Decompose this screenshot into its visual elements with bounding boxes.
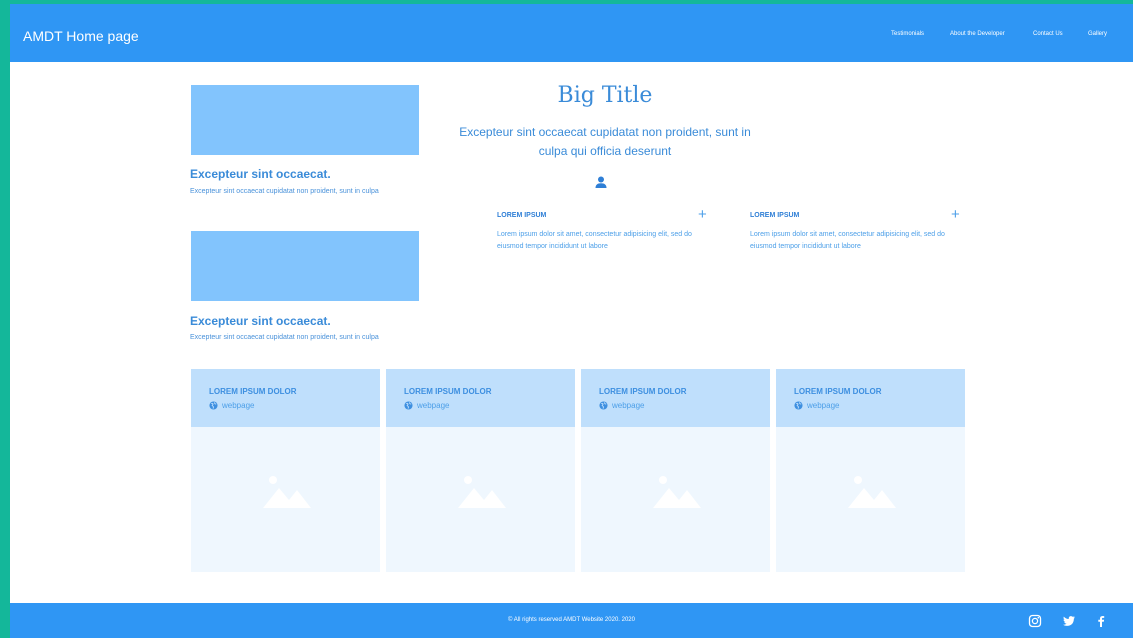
image-placeholder-icon bbox=[263, 476, 311, 508]
globe-icon bbox=[599, 401, 608, 410]
side-card-image bbox=[191, 231, 419, 301]
tile-header: LOREM IPSUM DOLOR webpage bbox=[386, 369, 575, 427]
portfolio-tile[interactable]: LOREM IPSUM DOLOR webpage bbox=[581, 369, 770, 572]
tile-image-area bbox=[776, 427, 965, 572]
globe-icon bbox=[209, 401, 218, 410]
instagram-icon[interactable] bbox=[1028, 614, 1042, 628]
brand-link[interactable]: AMDT Home page bbox=[23, 28, 139, 44]
nav-link-contact[interactable]: Contact Us bbox=[1033, 31, 1063, 37]
copyright-text: © All rights reserved AMDT Website 2020.… bbox=[508, 617, 635, 623]
side-card-text: Excepteur sint occaecat cupidatat non pr… bbox=[190, 188, 379, 195]
image-placeholder-icon bbox=[848, 476, 896, 508]
side-card-image bbox=[191, 85, 419, 155]
page-frame: AMDT Home page Testimonials About the De… bbox=[10, 4, 1133, 638]
tile-image-area bbox=[191, 427, 380, 572]
tile-image-area bbox=[581, 427, 770, 572]
nav-link-testimonials[interactable]: Testimonials bbox=[891, 31, 924, 37]
tile-title: LOREM IPSUM DOLOR bbox=[404, 387, 492, 396]
twitter-icon[interactable] bbox=[1062, 614, 1076, 628]
tile-link-label: webpage bbox=[612, 401, 645, 410]
top-navbar: AMDT Home page Testimonials About the De… bbox=[10, 4, 1133, 62]
globe-icon bbox=[404, 401, 413, 410]
feature-heading: LOREM IPSUM bbox=[497, 212, 547, 219]
tile-link-label: webpage bbox=[807, 401, 840, 410]
user-icon bbox=[595, 176, 607, 188]
plus-icon[interactable]: + bbox=[698, 207, 707, 222]
tile-title: LOREM IPSUM DOLOR bbox=[794, 387, 882, 396]
tile-header: LOREM IPSUM DOLOR webpage bbox=[776, 369, 965, 427]
site-footer: © All rights reserved AMDT Website 2020.… bbox=[10, 603, 1133, 638]
hero-subtitle: Excepteur sint occaecat cupidatat non pr… bbox=[459, 125, 751, 158]
facebook-icon[interactable] bbox=[1094, 614, 1108, 628]
side-card-title: Excepteur sint occaecat. bbox=[190, 314, 331, 328]
feature-body: Lorem ipsum dolor sit amet, consectetur … bbox=[750, 231, 945, 250]
tile-image-area bbox=[386, 427, 575, 572]
tile-link-label: webpage bbox=[417, 401, 450, 410]
portfolio-tile[interactable]: LOREM IPSUM DOLOR webpage bbox=[776, 369, 965, 572]
tile-header: LOREM IPSUM DOLOR webpage bbox=[191, 369, 380, 427]
side-card-text: Excepteur sint occaecat cupidatat non pr… bbox=[190, 334, 379, 341]
tile-header: LOREM IPSUM DOLOR webpage bbox=[581, 369, 770, 427]
plus-icon[interactable]: + bbox=[951, 207, 960, 222]
portfolio-tile[interactable]: LOREM IPSUM DOLOR webpage bbox=[386, 369, 575, 572]
nav-link-gallery[interactable]: Gallery bbox=[1088, 31, 1107, 37]
nav-link-about-developer[interactable]: About the Developer bbox=[950, 31, 1005, 37]
tile-link-label: webpage bbox=[222, 401, 255, 410]
feature-body: Lorem ipsum dolor sit amet, consectetur … bbox=[497, 231, 692, 250]
portfolio-tile[interactable]: LOREM IPSUM DOLOR webpage bbox=[191, 369, 380, 572]
image-placeholder-icon bbox=[458, 476, 506, 508]
tile-title: LOREM IPSUM DOLOR bbox=[209, 387, 297, 396]
hero-title: Big Title bbox=[557, 83, 653, 108]
side-card-title: Excepteur sint occaecat. bbox=[190, 167, 331, 181]
feature-heading: LOREM IPSUM bbox=[750, 212, 800, 219]
image-placeholder-icon bbox=[653, 476, 701, 508]
globe-icon bbox=[794, 401, 803, 410]
tile-title: LOREM IPSUM DOLOR bbox=[599, 387, 687, 396]
